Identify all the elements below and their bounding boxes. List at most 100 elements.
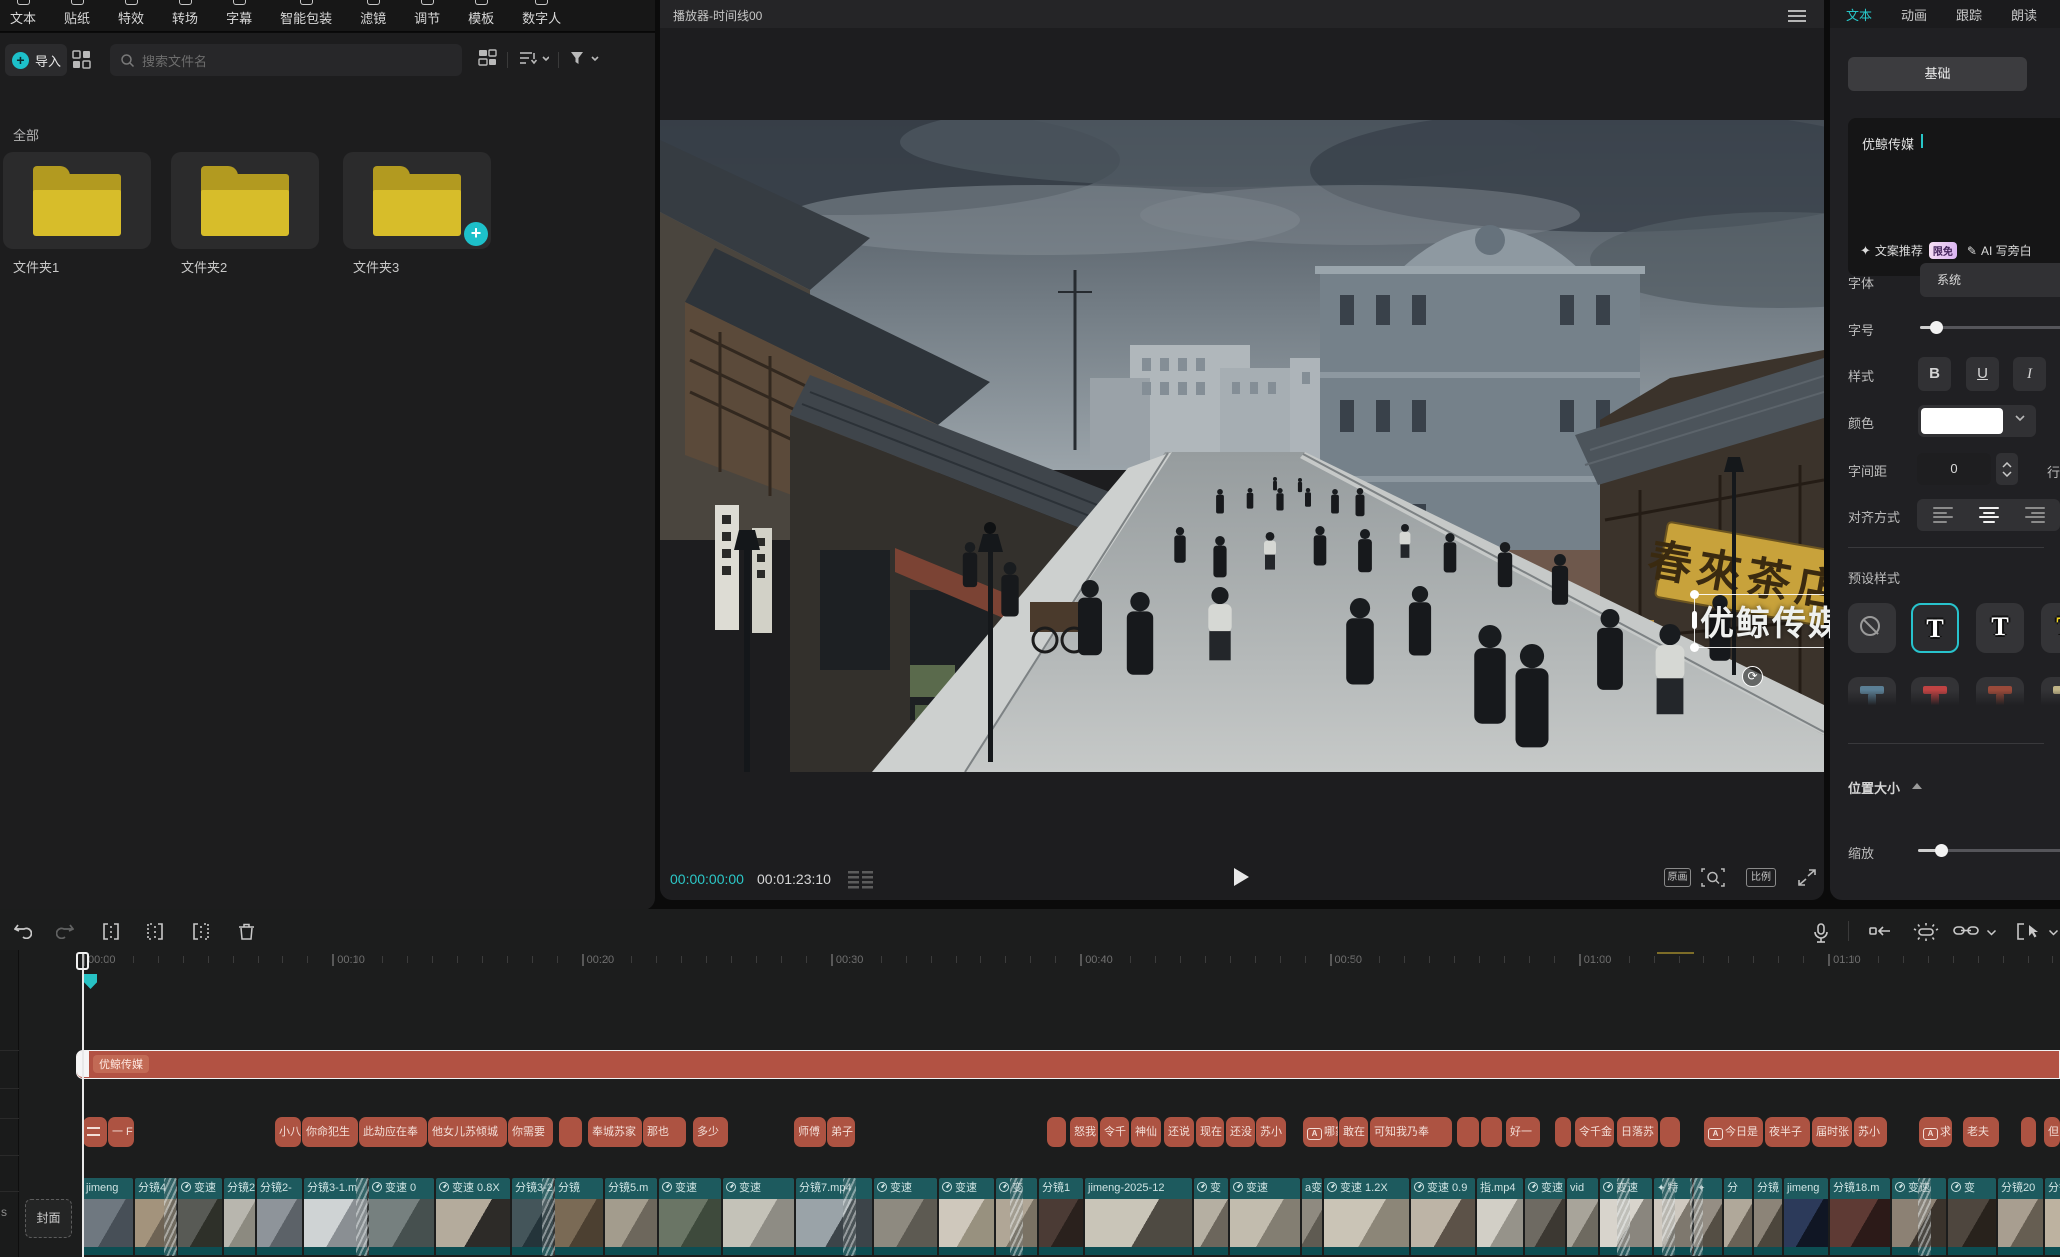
subtitle-clip[interactable]: 怒我	[1070, 1117, 1098, 1147]
undo-icon[interactable]	[14, 923, 32, 944]
subtitle-clip[interactable]: 苏小	[1256, 1117, 1286, 1147]
subtitle-clip[interactable]: 此劫应在奉	[359, 1117, 427, 1147]
menu-item-0[interactable]: 文本	[10, 0, 36, 27]
transition-marker[interactable]	[1617, 1178, 1630, 1256]
color-picker[interactable]	[1918, 405, 2036, 437]
menu-item-5[interactable]: 智能包装	[280, 0, 332, 27]
selection-handle-middle[interactable]	[1692, 611, 1697, 629]
subtitle-clip[interactable]: 师傅	[794, 1117, 826, 1147]
text-content-input[interactable]: 优鲸传媒 ✦ 文案推荐 限免 ✎ AI 写旁白	[1848, 118, 2060, 276]
inspector-tab-3[interactable]: 朗读	[2011, 5, 2037, 24]
original-quality-button[interactable]: 原画	[1664, 868, 1691, 887]
scale-slider[interactable]	[1918, 849, 2060, 852]
menu-item-1[interactable]: 贴纸	[64, 0, 90, 27]
video-clip[interactable]: 变速	[178, 1178, 223, 1256]
align-left-button[interactable]	[1933, 507, 1953, 525]
video-clip[interactable]: 分镜18.m	[1830, 1178, 1891, 1256]
video-clip[interactable]: 分镜	[555, 1178, 604, 1256]
subtitle-clip[interactable]	[1660, 1117, 1680, 1147]
menu-item-6[interactable]: 滤镜	[360, 0, 386, 27]
copy-suggest-button[interactable]: 文案推荐	[1875, 242, 1923, 259]
subtitle-clip[interactable]	[1481, 1117, 1502, 1147]
inspector-tab-0[interactable]: 文本	[1846, 5, 1872, 24]
subtitle-clip[interactable]: 小八	[275, 1117, 301, 1147]
inspector-tab-2[interactable]: 跟踪	[1956, 5, 1982, 24]
video-clip[interactable]: 变速	[1525, 1178, 1566, 1256]
video-clip[interactable]: 分镜2	[224, 1178, 256, 1256]
chevron-down-icon[interactable]	[1986, 929, 1997, 936]
subtitle-clip[interactable]: 你需要	[508, 1117, 553, 1147]
align-right-button[interactable]	[2025, 507, 2045, 525]
spacing-stepper[interactable]	[1996, 453, 2018, 485]
video-clip[interactable]: 分镜5.m	[605, 1178, 658, 1256]
subtitle-clip[interactable]: 苏小	[1854, 1117, 1887, 1147]
filter-button[interactable]	[570, 50, 600, 73]
menu-item-7[interactable]: 调节	[414, 0, 440, 27]
subtitle-clip[interactable]: 届时张	[1812, 1117, 1852, 1147]
menu-item-8[interactable]: 模板	[468, 0, 494, 27]
split-icon[interactable]	[102, 923, 120, 945]
subtitle-clip[interactable]: 还没	[1226, 1117, 1255, 1147]
subtitle-clip[interactable]: 那也	[643, 1117, 686, 1147]
cursor-mode-icon[interactable]	[2016, 923, 2040, 945]
subtitle-clip[interactable]: 还说	[1164, 1117, 1194, 1147]
subtitle-clip[interactable]: A今日是	[1704, 1117, 1763, 1147]
redo-icon[interactable]	[56, 923, 74, 944]
selection-handle-top[interactable]	[1690, 590, 1699, 599]
delete-icon[interactable]	[238, 923, 255, 945]
video-clip[interactable]: 分镜21	[2045, 1178, 2060, 1256]
video-clip[interactable]: 变速	[1230, 1178, 1301, 1256]
bold-button[interactable]: B	[1918, 357, 1951, 391]
aspect-ratio-button[interactable]: 比例	[1746, 868, 1776, 887]
playhead-line[interactable]	[82, 952, 84, 1257]
ai-write-button[interactable]: AI 写旁白	[1981, 242, 2032, 259]
view-mode-icon[interactable]	[478, 49, 497, 71]
folder-card[interactable]	[171, 152, 319, 249]
subtitle-clip[interactable]	[1555, 1117, 1571, 1147]
import-button[interactable]: + 导入	[5, 44, 67, 76]
subtitle-clip[interactable]: 现在	[1196, 1117, 1224, 1147]
subtitle-clip[interactable]: 日落苏	[1617, 1117, 1658, 1147]
menu-icon[interactable]	[1788, 7, 1806, 25]
video-clip[interactable]: 分镜	[1754, 1178, 1783, 1256]
underline-button[interactable]: U	[1966, 357, 1999, 391]
transition-marker[interactable]	[1010, 1178, 1023, 1256]
subtitle-clip[interactable]: 他女儿苏倾城	[428, 1117, 507, 1147]
video-clip[interactable]: 分镜1	[1039, 1178, 1084, 1256]
transition-marker[interactable]	[1662, 1178, 1675, 1256]
chevron-down-icon[interactable]	[2048, 929, 2059, 936]
video-clip[interactable]: 分镜2-	[257, 1178, 303, 1256]
collapse-arrow-icon[interactable]	[1912, 783, 1922, 789]
subtitle-clip[interactable]: 令千	[1100, 1117, 1129, 1147]
preset-style-none[interactable]	[1848, 603, 1896, 653]
tab-basic[interactable]: 基础	[1848, 57, 2027, 91]
subtitle-clip[interactable]: 奉城苏家	[588, 1117, 642, 1147]
video-clip[interactable]: 分镜20	[1998, 1178, 2044, 1256]
preset-style-t-plain[interactable]: T	[1976, 603, 2024, 653]
video-clip[interactable]: 变	[1194, 1178, 1229, 1256]
spacing-value[interactable]: 0	[1917, 453, 1991, 485]
transition-marker[interactable]	[843, 1178, 856, 1256]
timeline-ruler[interactable]: 00:0000:1000:2000:3000:4000:5001:0001:10	[0, 950, 2060, 976]
video-clip[interactable]: 变速	[939, 1178, 995, 1256]
align-center-button[interactable]	[1979, 507, 1999, 523]
preset-style-t-sel[interactable]: T	[1911, 603, 1959, 653]
video-clip[interactable]: jimeng	[83, 1178, 134, 1256]
video-clip[interactable]: 变	[1948, 1178, 1997, 1256]
font-select[interactable]: 系统	[1920, 263, 2060, 297]
video-clip[interactable]: jimeng-2025-12	[1085, 1178, 1193, 1256]
video-clip[interactable]: 指.mp4	[1477, 1178, 1524, 1256]
link-preview-icon[interactable]	[1953, 923, 1979, 942]
video-clip[interactable]: 分	[1724, 1178, 1753, 1256]
subtitle-clip[interactable]: 一 F	[108, 1117, 134, 1147]
video-overlay-text[interactable]: 优鲸传媒	[1700, 596, 1844, 645]
font-size-slider[interactable]	[1920, 326, 2060, 329]
subtitle-clip[interactable]: 弟子	[827, 1117, 855, 1147]
menu-item-4[interactable]: 字幕	[226, 0, 252, 27]
transition-marker[interactable]	[164, 1178, 177, 1256]
split-keep-right-icon[interactable]	[191, 923, 211, 945]
transition-marker[interactable]	[356, 1178, 369, 1256]
add-to-timeline-button[interactable]: +	[464, 222, 488, 246]
transition-marker[interactable]	[542, 1178, 555, 1256]
subtitle-clip[interactable]: 好一	[1506, 1117, 1540, 1147]
